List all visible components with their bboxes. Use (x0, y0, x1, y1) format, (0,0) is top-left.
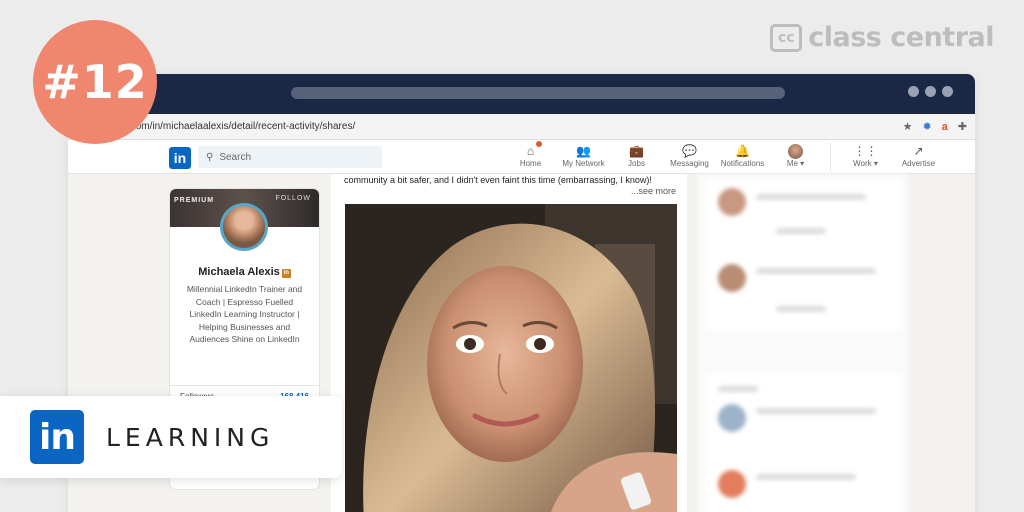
see-more-link[interactable]: ...see more (631, 186, 676, 196)
selfie-photo (345, 204, 677, 512)
chat-icon: 💬 (682, 144, 697, 158)
nav-items: ⌂ Home 👥 My Network 💼 Jobs 💬 Messaging 🔔… (504, 141, 945, 171)
suggestion-avatar (718, 470, 746, 498)
suggestion-line (718, 386, 758, 392)
nav-me[interactable]: Me ▾ (769, 143, 822, 171)
star-icon[interactable]: ★ (903, 120, 913, 133)
extension-a-icon[interactable]: a (942, 121, 948, 133)
suggestion-line (776, 228, 826, 234)
premium-label: PREMIUM (174, 197, 215, 204)
linkedin-navbar: in ⚲ Search ⌂ Home 👥 My Network 💼 Jobs 💬… (68, 140, 975, 174)
extension-gear-icon[interactable]: ✹ (922, 120, 931, 133)
profile-headline: Millennial LinkedIn Trainer and Coach | … (186, 284, 303, 344)
suggestion-avatar (718, 188, 746, 216)
network-icon: 👥 (576, 144, 591, 158)
profile-photo[interactable] (220, 203, 268, 251)
post-text: community a bit safer, and I didn't even… (344, 175, 652, 185)
search-icon: ⚲ (206, 151, 214, 163)
profile-name[interactable]: Michaela Alexis in (170, 266, 319, 278)
linkedin-learning-badge: in LEARNING (0, 396, 342, 478)
suggestion-avatar (718, 264, 746, 292)
browser-extensions: ★ ✹ a ✚ (903, 120, 967, 134)
class-central-wordmark: class central (808, 22, 994, 53)
puzzle-icon[interactable]: ✚ (958, 120, 967, 133)
suggestion-line (756, 408, 876, 414)
grid-icon: ⋮⋮ (853, 144, 878, 158)
nav-jobs[interactable]: 💼 Jobs (610, 143, 663, 171)
suggestion-line (756, 268, 876, 274)
nav-my-network[interactable]: 👥 My Network (557, 143, 610, 171)
class-central-logo: cc class central (770, 22, 994, 53)
suggestion-card (706, 180, 902, 330)
right-sidebar-blurred (698, 174, 908, 512)
address-bar[interactable]: 🔒 linkedin.com/in/michaelaalexis/detail/… (68, 114, 975, 140)
nav-advertise[interactable]: ↗ Advertise (892, 143, 945, 171)
learning-label: LEARNING (106, 422, 275, 452)
advertise-icon: ↗ (913, 144, 924, 158)
search-placeholder: Search (219, 151, 252, 163)
rank-number-badge: #12 (33, 20, 157, 144)
nav-home[interactable]: ⌂ Home (504, 141, 557, 171)
class-central-mark-icon: cc (770, 23, 803, 52)
suggestion-line (756, 194, 866, 200)
linkedin-logo-icon: in (30, 410, 84, 464)
home-icon: ⌂ (523, 141, 542, 159)
titlebar-tab-placeholder (291, 87, 785, 99)
linkedin-badge-icon: in (281, 269, 291, 278)
profile-divider (170, 385, 319, 386)
suggestion-line (756, 474, 856, 480)
nav-work[interactable]: ⋮⋮ Work ▾ (839, 143, 892, 171)
window-controls[interactable] (908, 86, 953, 97)
suggestion-card (706, 374, 902, 512)
browser-titlebar (68, 74, 975, 114)
nav-divider (830, 143, 831, 171)
suggestion-line (776, 306, 826, 312)
suggestion-avatar (718, 404, 746, 432)
url-text[interactable]: linkedin.com/in/michaelaalexis/detail/re… (94, 121, 903, 132)
briefcase-icon: 💼 (629, 144, 644, 158)
linkedin-logo[interactable]: in (169, 147, 191, 169)
follow-label: FOLLOW (275, 195, 311, 202)
nav-notifications[interactable]: 🔔 Notifications (716, 143, 769, 171)
post-image[interactable] (345, 204, 677, 512)
search-input[interactable]: ⚲ Search (198, 146, 382, 168)
nav-messaging[interactable]: 💬 Messaging (663, 143, 716, 171)
feed-post: community a bit safer, and I didn't even… (331, 174, 687, 512)
bell-icon: 🔔 (735, 144, 750, 158)
avatar (788, 143, 803, 159)
